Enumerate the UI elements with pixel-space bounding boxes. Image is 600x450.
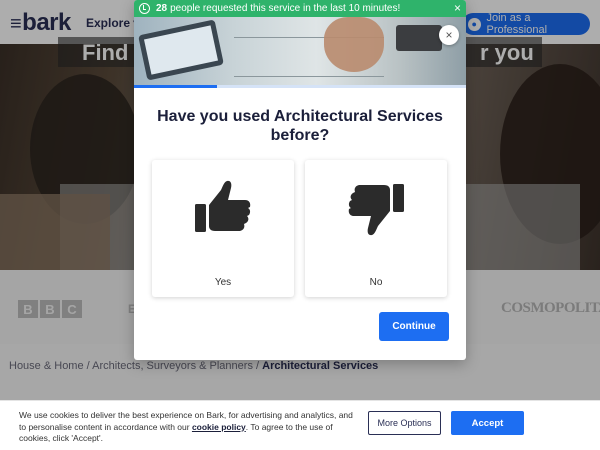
option-no[interactable]: No [305,160,447,297]
option-no-label: No [369,277,383,288]
thumbs-up-icon [195,180,251,232]
progress-bar [134,85,466,88]
cookie-policy-link[interactable]: cookie policy [192,422,246,432]
service-request-modal: 28 people requested this service in the … [134,0,466,360]
option-yes-label: Yes [214,277,232,288]
close-icon[interactable]: × [439,25,459,45]
option-yes[interactable]: Yes [152,160,294,297]
accept-cookies-button[interactable]: Accept [451,411,524,435]
thumbs-down-icon [348,184,404,236]
continue-button[interactable]: Continue [379,312,449,341]
modal-header-image [134,17,466,87]
activity-banner: 28 people requested this service in the … [134,0,466,17]
image-tablet [138,19,224,81]
banner-close-icon[interactable]: × [454,1,461,15]
cookie-message: We use cookies to deliver the best exper… [19,410,359,445]
request-count: 28 [156,3,168,14]
image-hand [324,17,384,72]
banner-text: people requested this service in the las… [170,3,401,14]
clock-icon [139,3,150,14]
progress-bar-fill [134,85,217,88]
more-options-button[interactable]: More Options [368,411,441,435]
image-calculator [396,25,442,51]
question-title: Have you used Architectural Services bef… [157,108,443,144]
